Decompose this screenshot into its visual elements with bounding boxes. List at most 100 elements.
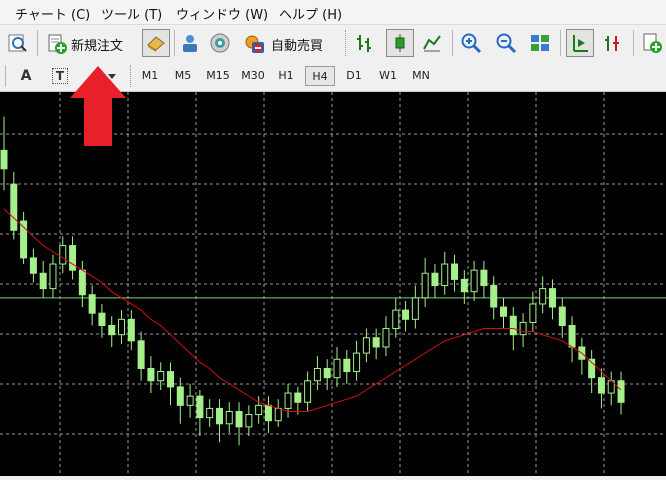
chart-shift-icon[interactable] [601,32,625,54]
add-icon[interactable] [640,32,664,54]
candle-body [284,392,292,409]
candle-body [225,410,233,425]
candle-body [460,278,468,293]
timeframe-w1[interactable]: W1 [374,66,402,86]
timeframe-h4[interactable]: H4 [305,66,335,86]
candle-body [313,367,321,382]
timeframe-m30[interactable]: M30 [238,66,268,86]
candle-body [568,324,576,348]
candle-body [617,380,625,403]
timeframe-m15[interactable]: M15 [203,66,233,86]
candle-body [343,358,351,373]
candle-body [0,149,8,170]
candle-body [431,272,439,287]
candle-body [490,285,498,308]
timeframe-mn[interactable]: MN [406,66,436,86]
candle-body [118,318,126,336]
signals-icon[interactable] [208,32,232,54]
toolbar-grip[interactable] [130,65,133,87]
auto-trading-label: 自動売買 [271,38,324,54]
toolbar-separator [560,30,561,56]
candle-body [264,404,272,422]
candle-body [558,306,566,326]
candle-body [88,294,96,314]
auto-trading-button[interactable]: 自動売買 [244,32,336,56]
candle-body [529,303,537,323]
candle-body [382,328,390,348]
toolbar-separator [174,30,175,56]
candlestick-icon[interactable] [386,29,414,57]
candle-body [215,407,223,425]
menu-bar: チャート (C) ツール (T) ウィンドウ (W) ヘルプ (H) [0,0,666,24]
candle-body [353,352,361,373]
candle-body [59,245,67,265]
auto-trading-icon [245,35,264,53]
bar-chart-icon[interactable] [352,32,376,54]
new-order-label: 新規注文 [71,38,124,54]
auto-scroll-icon[interactable] [566,29,594,57]
candle-body [597,377,605,394]
candle-body [294,392,302,403]
text-label-icon: T [52,68,68,84]
candle-body [10,183,18,231]
new-order-button[interactable]: 新規注文 [46,32,136,56]
line-chart-icon[interactable] [420,32,444,54]
candle-body [362,337,370,354]
candle-body [548,288,556,308]
candle-body [49,263,57,290]
chart-properties-icon[interactable] [6,32,30,54]
timeframe-m1[interactable]: M1 [137,66,163,86]
navigator-icon[interactable] [142,29,170,57]
candle-body [39,272,47,290]
toolbar-separator [37,30,38,56]
candle-body [539,288,547,305]
candle-body [206,407,214,419]
candle-body [29,257,37,274]
tile-windows-icon[interactable] [528,32,552,54]
candle-body [274,407,282,422]
candle-body [176,386,184,406]
candle-body [500,306,507,317]
menu-help[interactable]: ヘルプ (H) [279,4,342,23]
toolbar-separator [5,65,6,87]
candle-body [451,263,459,280]
candle-body [255,404,263,416]
candle-body [196,395,204,419]
text-label-tool-button[interactable]: T [50,66,70,86]
candle-body [411,297,419,320]
candle-body [137,340,145,369]
zoom-out-icon[interactable] [494,32,518,54]
timeframe-d1[interactable]: D1 [340,66,368,86]
candle-body [157,371,165,382]
candle-body [421,272,429,299]
new-order-icon [48,34,67,54]
candle-body [127,318,135,342]
candle-body [392,309,400,330]
toolbar-grip[interactable] [345,30,348,56]
menu-tools[interactable]: ツール (T) [101,4,162,23]
chart-canvas [0,92,666,476]
moving-average-line [3,208,622,412]
candle-body [186,395,194,406]
candle-body [98,312,106,326]
text-tool-button[interactable]: A [16,66,36,86]
candle-body [147,367,155,382]
candle-body [167,371,174,388]
timeframe-h1[interactable]: H1 [273,66,299,86]
candle-body [372,337,380,348]
standard-toolbar: 新規注文 自動売買 [0,24,666,62]
annotation-arrow-icon [70,66,126,146]
zoom-in-icon[interactable] [459,32,483,54]
candle-body [470,269,478,293]
candle-body [509,315,517,336]
price-chart[interactable] [0,92,666,476]
menu-chart[interactable]: チャート (C) [15,4,90,23]
timeframe-m5[interactable]: M5 [170,66,196,86]
terminal-icon[interactable] [178,32,202,54]
candle-body [519,321,527,336]
menu-window[interactable]: ウィンドウ (W) [176,4,268,23]
candle-body [108,324,116,336]
candle-body [480,269,488,287]
candle-body [245,414,253,428]
candle-body [402,309,410,320]
